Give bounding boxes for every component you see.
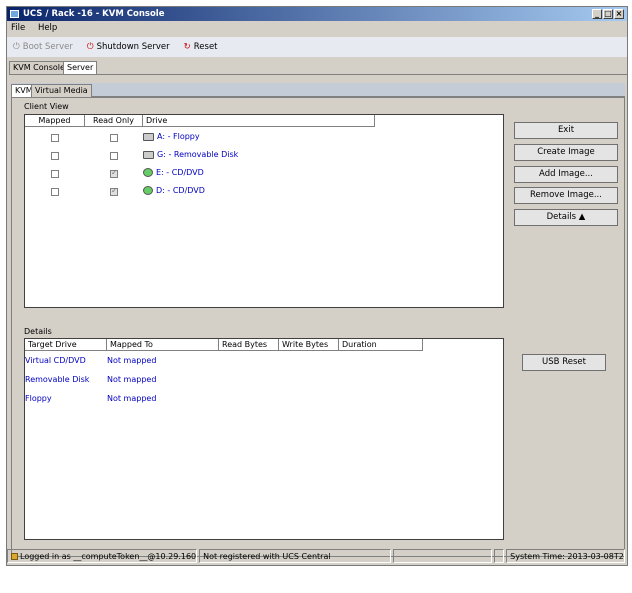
kvm-console-window: UCS / Rack -16 - KVM Console _ □ × File … <box>6 6 628 566</box>
drive-label: D: - CD/DVD <box>156 186 205 195</box>
drive-label: E: - CD/DVD <box>156 168 204 177</box>
toolbar: ⏻ Boot Server ⏻ Shutdown Server ↻ Reset <box>7 37 627 57</box>
column-read-only[interactable]: Read Only <box>85 115 143 127</box>
app-icon <box>10 10 19 18</box>
maximize-button[interactable]: □ <box>603 9 613 19</box>
shutdown-icon: ⏻ <box>86 42 94 52</box>
drive-row-a[interactable]: A: - Floppy <box>143 132 200 141</box>
menu-bar: File Help <box>7 21 627 35</box>
registration-status: Not registered with UCS Central <box>199 549 392 563</box>
exit-button[interactable]: Exit <box>514 122 618 139</box>
menu-help[interactable]: Help <box>38 23 57 33</box>
tab-kvm-console[interactable]: KVM Console <box>9 61 69 74</box>
menu-file[interactable]: File <box>11 23 25 33</box>
drive-row-g[interactable]: G: - Removable Disk <box>143 150 238 159</box>
window-title: UCS / Rack -16 - KVM Console <box>23 9 165 19</box>
cd-dvd-icon <box>143 168 153 177</box>
read-only-checkbox-e[interactable] <box>110 168 118 178</box>
mapped-checkbox-d[interactable] <box>51 188 59 196</box>
login-status-text: Logged in as __computeToken__@10.29.160.… <box>20 552 198 561</box>
drive-label: A: - Floppy <box>157 132 200 141</box>
close-button[interactable]: × <box>614 9 624 19</box>
details-table: Target Drive Mapped To Read Bytes Write … <box>24 338 504 540</box>
target-drive-cell: Virtual CD/DVD <box>25 356 86 365</box>
client-view-table: Mapped Read Only Drive A: - Floppy G: - … <box>24 114 504 308</box>
sub-tab-strip <box>11 83 625 97</box>
target-drive-cell: Removable Disk <box>25 375 90 384</box>
remove-image-button[interactable]: Remove Image... <box>514 187 618 204</box>
read-only-checkbox-d[interactable] <box>110 186 118 196</box>
mapped-to-cell: Not mapped <box>107 375 157 384</box>
boot-icon: ⏻ <box>13 42 20 52</box>
read-only-checkbox-a[interactable] <box>110 134 118 142</box>
boot-server-label: Boot Server <box>22 42 73 52</box>
drive-label: G: - Removable Disk <box>157 150 239 159</box>
client-view-label: Client View <box>24 102 69 111</box>
system-time: System Time: 2013-03-08T22:01 <box>506 549 625 563</box>
shutdown-server-button[interactable]: ⏻ Shutdown Server <box>87 42 170 52</box>
details-label: Details <box>24 327 52 336</box>
virtual-media-panel: Client View Mapped Read Only Drive A: - … <box>11 97 625 557</box>
mapped-checkbox-e[interactable] <box>51 170 59 178</box>
read-only-checkbox-g[interactable] <box>110 152 118 160</box>
reset-label: Reset <box>193 42 218 52</box>
details-toggle-button[interactable]: Details ▲ <box>514 209 618 226</box>
mapped-to-cell: Not mapped <box>107 394 157 403</box>
lock-icon <box>11 553 18 560</box>
login-status: Logged in as __computeToken__@10.29.160.… <box>7 549 198 563</box>
floppy-icon <box>143 132 154 141</box>
boot-server-button[interactable]: ⏻ Boot Server <box>13 42 73 52</box>
cd-dvd-icon <box>143 186 153 195</box>
mapped-checkbox-g[interactable] <box>51 152 59 160</box>
target-drive-cell: Floppy <box>25 394 52 403</box>
drive-row-d[interactable]: D: - CD/DVD <box>143 186 205 195</box>
drive-row-e[interactable]: E: - CD/DVD <box>143 168 204 177</box>
status-empty-1 <box>393 549 493 563</box>
column-read-bytes[interactable]: Read Bytes <box>219 339 279 351</box>
mapped-checkbox-a[interactable] <box>51 134 59 142</box>
tab-server[interactable]: Server <box>63 61 98 74</box>
usb-reset-button[interactable]: USB Reset <box>522 354 606 371</box>
mapped-to-cell: Not mapped <box>107 356 157 365</box>
shutdown-server-label: Shutdown Server <box>96 42 170 52</box>
column-target-drive[interactable]: Target Drive <box>25 339 107 351</box>
title-bar: UCS / Rack -16 - KVM Console _ □ × <box>7 7 627 21</box>
removable-disk-icon <box>143 150 154 159</box>
column-duration[interactable]: Duration <box>339 339 423 351</box>
column-mapped-to[interactable]: Mapped To <box>107 339 219 351</box>
create-image-button[interactable]: Create Image <box>514 144 618 161</box>
status-bar: Logged in as __computeToken__@10.29.160.… <box>7 548 627 564</box>
status-empty-2 <box>494 549 505 563</box>
column-write-bytes[interactable]: Write Bytes <box>279 339 339 351</box>
column-mapped[interactable]: Mapped <box>25 115 85 127</box>
tab-virtual-media[interactable]: Virtual Media <box>31 84 92 97</box>
reset-icon: ↻ <box>183 42 191 52</box>
column-drive[interactable]: Drive <box>143 115 375 127</box>
add-image-button[interactable]: Add Image... <box>514 166 618 183</box>
reset-button[interactable]: ↻ Reset <box>184 42 218 52</box>
minimize-button[interactable]: _ <box>592 9 602 19</box>
